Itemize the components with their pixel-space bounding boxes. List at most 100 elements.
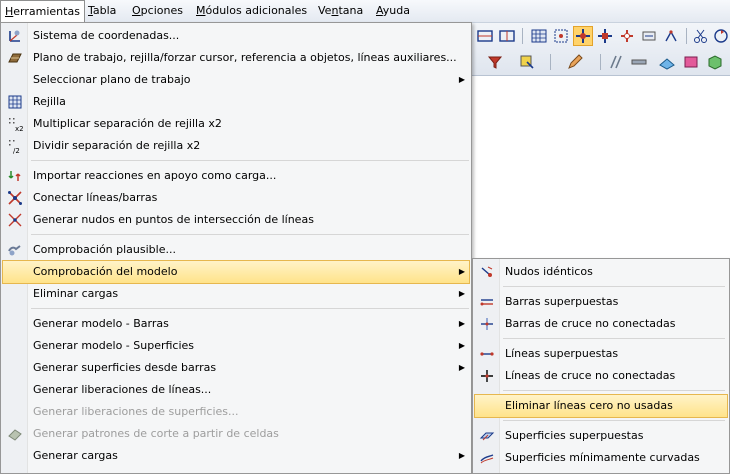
menu-item-generar-liberaciones-superficies: Generar liberaciones de superficies... xyxy=(3,401,469,423)
menu-item-generar-modelo-barras[interactable]: Generar modelo - Barras ▶ xyxy=(3,313,469,335)
menu-tabla[interactable]: Tabla xyxy=(84,0,120,22)
filter-icon[interactable] xyxy=(486,53,504,71)
menu-item-comprobacion-plausible[interactable]: Comprobación plausible... xyxy=(3,239,469,261)
crossing-members-icon xyxy=(479,316,495,332)
menu-item-label: Generar patrones de corte a partir de ce… xyxy=(33,427,279,440)
menu-tabla-label: Tabla xyxy=(88,4,117,17)
surface-icon[interactable] xyxy=(658,53,676,71)
menu-item-conectar-lineas[interactable]: Conectar líneas/barras xyxy=(3,187,469,209)
menu-item-generar-liberaciones-lineas[interactable]: Generar liberaciones de líneas... xyxy=(3,379,469,401)
submenu-item-eliminar-lineas-cero[interactable]: Eliminar líneas cero no usadas xyxy=(474,394,728,418)
svg-text:x2: x2 xyxy=(15,125,23,132)
menu-herramientas-label: Herramientas xyxy=(5,5,80,18)
view-side-icon[interactable] xyxy=(498,27,516,45)
menu-item-label: Generar modelo - Barras xyxy=(33,317,169,330)
submenu-arrow-icon: ▶ xyxy=(458,363,465,372)
menu-item-sistema-coordenadas[interactable]: Sistema de coordenadas... xyxy=(3,25,469,47)
menu-item-label: Multiplicar separación de rejilla x2 xyxy=(33,117,222,130)
menu-item-generar-modelo-superficies[interactable]: Generar modelo - Superficies ▶ xyxy=(3,335,469,357)
toolbar-separator-4 xyxy=(600,54,601,70)
menu-item-importar-reacciones[interactable]: Importar reacciones en apoyo como carga.… xyxy=(3,165,469,187)
menu-separator xyxy=(31,308,469,309)
submenu-arrow-icon: ▶ xyxy=(458,451,465,460)
menu-item-generar-cargas[interactable]: Generar cargas ▶ xyxy=(3,445,469,467)
import-reactions-icon xyxy=(7,168,23,184)
snap-icon[interactable] xyxy=(552,27,570,45)
submenu-item-label: Líneas de cruce no conectadas xyxy=(505,369,676,382)
submenu-item-barras-cruce[interactable]: Barras de cruce no conectadas xyxy=(475,313,727,335)
submenu-item-lineas-cruce[interactable]: Líneas de cruce no conectadas xyxy=(475,365,727,387)
overlapping-members-icon xyxy=(479,294,495,310)
coordinate-icon[interactable] xyxy=(662,27,680,45)
grid-icon xyxy=(7,94,23,110)
menu-ventana[interactable]: Ventana xyxy=(314,0,367,22)
submenu-item-lineas-superpuestas[interactable]: Líneas superpuestas xyxy=(475,343,727,365)
curved-surfaces-icon xyxy=(479,450,495,466)
submenu-item-label: Barras de cruce no conectadas xyxy=(505,317,676,330)
menu-herramientas[interactable]: Herramientas xyxy=(0,0,85,23)
overlapping-lines-icon xyxy=(479,346,495,362)
submenu-item-label: Nudos idénticos xyxy=(505,265,593,278)
object-snap-icon[interactable] xyxy=(573,26,593,46)
submenu-item-superficies-superpuestas[interactable]: Superficies superpuestas xyxy=(475,425,727,447)
menu-item-seleccionar-plano[interactable]: Seleccionar plano de trabajo ▶ xyxy=(3,69,469,91)
menu-separator xyxy=(31,234,469,235)
menu-item-multiplicar-rejilla[interactable]: x2 Multiplicar separación de rejilla x2 xyxy=(3,113,469,135)
toolbar-separator xyxy=(522,28,523,44)
submenu-separator xyxy=(503,390,725,391)
grid-view-icon[interactable] xyxy=(530,27,548,45)
herramientas-dropdown: Sistema de coordenadas... Plano de traba… xyxy=(0,22,472,474)
rotate-icon[interactable] xyxy=(712,27,730,45)
view-front-icon[interactable] xyxy=(476,27,494,45)
load-icon[interactable] xyxy=(682,53,700,71)
menu-opciones[interactable]: Opciones xyxy=(128,0,187,22)
guide-lines-icon[interactable] xyxy=(596,27,614,45)
dimension-icon[interactable] xyxy=(640,27,658,45)
menu-item-label: Eliminar cargas xyxy=(33,287,119,300)
submenu-item-barras-superpuestas[interactable]: Barras superpuestas xyxy=(475,291,727,313)
submenu-item-superficies-curvadas[interactable]: Superficies mínimamente curvadas xyxy=(475,447,727,469)
menu-item-dividir-rejilla[interactable]: /2 Dividir separación de rejilla x2 xyxy=(3,135,469,157)
toolbar-separator-2 xyxy=(686,28,687,44)
menu-item-label: Generar liberaciones de superficies... xyxy=(33,405,239,418)
cutting-pattern-icon xyxy=(7,426,23,442)
menu-item-label: Plano de trabajo, rejilla/forzar cursor,… xyxy=(33,51,457,64)
comprobacion-modelo-submenu: Nudos idénticos Barras superpuestas Barr… xyxy=(472,258,730,474)
menu-item-rejilla[interactable]: Rejilla xyxy=(3,91,469,113)
submenu-item-label: Barras superpuestas xyxy=(505,295,619,308)
menu-item-label: Generar liberaciones de líneas... xyxy=(33,383,212,396)
menu-modulos-adicionales[interactable]: Módulos adicionales xyxy=(192,0,311,22)
menu-item-generar-nudos-interseccion[interactable]: Generar nudos en puntos de intersección … xyxy=(3,209,469,231)
lock-icon[interactable] xyxy=(618,27,636,45)
menu-item-label: Comprobación del modelo xyxy=(33,265,178,278)
menu-separator xyxy=(31,160,469,161)
menu-item-plano-trabajo[interactable]: Plano de trabajo, rejilla/forzar cursor,… xyxy=(3,47,469,69)
menu-item-eliminar-cargas[interactable]: Eliminar cargas ▶ xyxy=(3,283,469,305)
submenu-item-label: Eliminar líneas cero no usadas xyxy=(505,399,673,412)
submenu-item-label: Líneas superpuestas xyxy=(505,347,619,360)
submenu-arrow-icon: ▶ xyxy=(458,341,465,350)
identical-nodes-icon xyxy=(479,264,495,280)
solid-icon[interactable] xyxy=(706,53,724,71)
pencil-icon[interactable] xyxy=(566,53,584,71)
menu-ayuda[interactable]: Ayuda xyxy=(372,0,414,22)
menu-item-generar-patrones-corte: Generar patrones de corte a partir de ce… xyxy=(3,423,469,445)
menu-item-label: Seleccionar plano de trabajo xyxy=(33,73,191,86)
members-icon[interactable] xyxy=(608,53,626,71)
crossing-lines-icon xyxy=(479,368,495,384)
section-icon[interactable] xyxy=(630,53,648,71)
display-props-icon[interactable] xyxy=(518,53,536,71)
coordinate-system-icon xyxy=(7,28,23,44)
menu-ventana-label: Ventana xyxy=(318,4,364,17)
scissors-icon[interactable] xyxy=(692,27,710,45)
menu-item-label: Comprobación plausible... xyxy=(33,243,176,256)
submenu-item-label: Superficies mínimamente curvadas xyxy=(505,451,700,464)
menu-item-label: Sistema de coordenadas... xyxy=(33,29,180,42)
menu-ayuda-label: Ayuda xyxy=(376,4,410,17)
menu-item-comprobacion-modelo[interactable]: Comprobación del modelo ▶ xyxy=(2,260,470,284)
menu-item-generar-superficies-barras[interactable]: Generar superficies desde barras ▶ xyxy=(3,357,469,379)
submenu-separator xyxy=(503,338,725,339)
toolbar-separator-3 xyxy=(550,54,551,70)
grid-multiply-icon: x2 xyxy=(7,116,23,132)
submenu-item-nudos-identicos[interactable]: Nudos idénticos xyxy=(475,261,727,283)
